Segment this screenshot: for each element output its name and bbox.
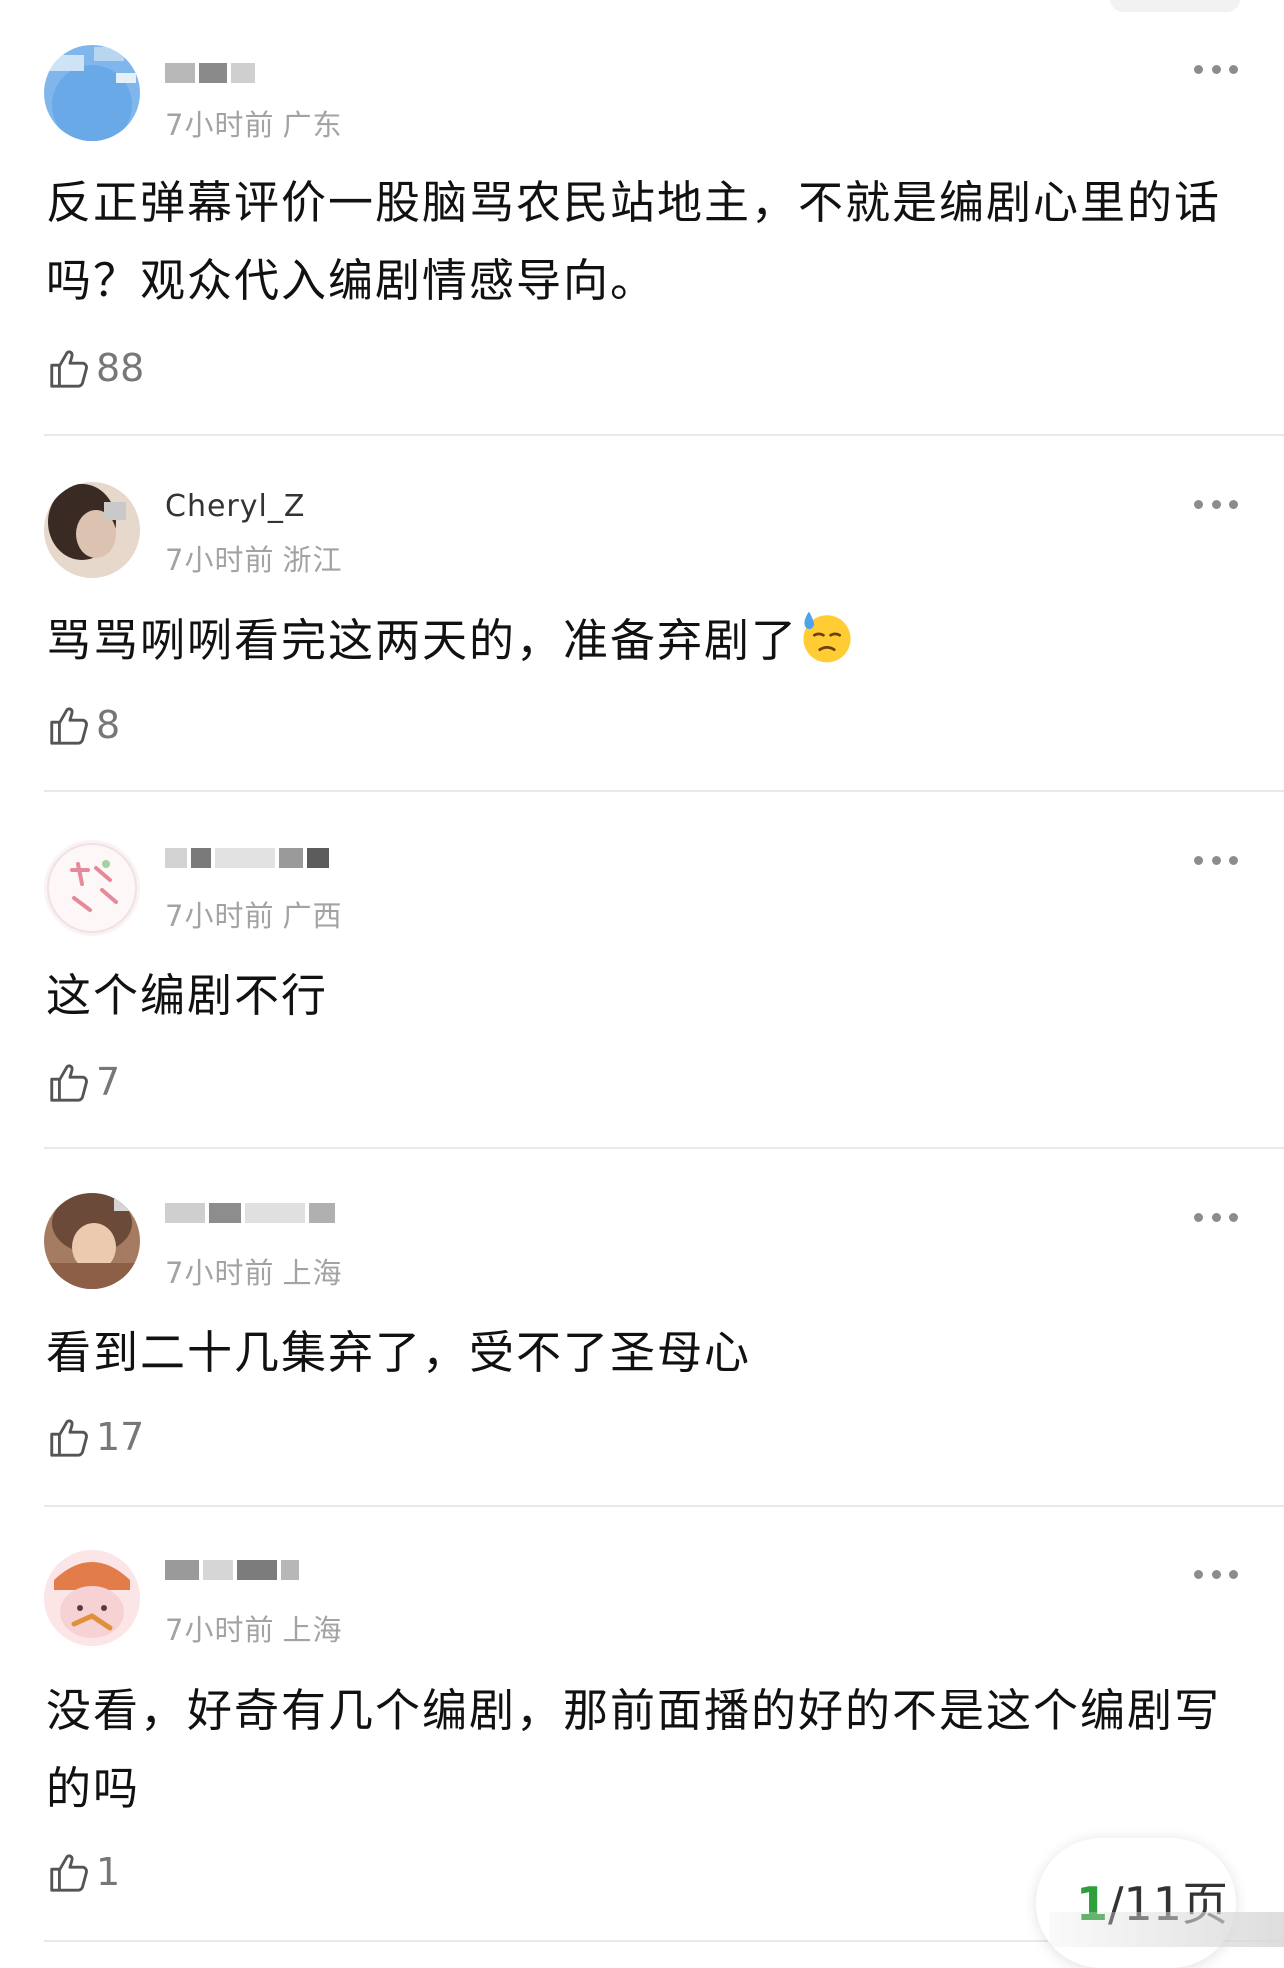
- location: 广东: [282, 108, 343, 142]
- like-button[interactable]: 17: [46, 1412, 144, 1462]
- divider: [44, 1505, 1284, 1507]
- thumbs-up-icon: [50, 1419, 88, 1457]
- more-options-icon[interactable]: [1194, 62, 1238, 76]
- comment-meta: 7小时前 上海: [165, 1607, 350, 1649]
- username[interactable]: [165, 840, 333, 874]
- like-button[interactable]: 88: [46, 343, 144, 393]
- divider: [44, 790, 1284, 792]
- like-count: 1: [96, 1850, 121, 1894]
- username[interactable]: [165, 1552, 303, 1586]
- comment-text: 骂骂咧咧看完这两天的，准备弃剧了: [46, 602, 1246, 680]
- location: 浙江: [282, 543, 343, 577]
- avatar[interactable]: [44, 1193, 140, 1289]
- timestamp: 7小时前: [165, 899, 275, 933]
- avatar[interactable]: [44, 482, 140, 578]
- like-count: 17: [96, 1415, 145, 1459]
- like-count: 8: [96, 703, 121, 747]
- comment-meta: 7小时前 广西: [165, 893, 350, 935]
- comment-text: 反正弹幕评价一股脑骂农民站地主，不就是编剧心里的话吗？观众代入编剧情感导向。: [46, 176, 1222, 307]
- avatar[interactable]: [44, 45, 140, 141]
- comment-meta: 7小时前 上海: [165, 1250, 350, 1292]
- timestamp: 7小时前: [165, 1613, 275, 1647]
- top-pill: [1110, 0, 1240, 12]
- like-button[interactable]: 1: [46, 1847, 120, 1897]
- location: 上海: [282, 1613, 343, 1647]
- avatar[interactable]: [44, 1550, 140, 1646]
- timestamp: 7小时前: [165, 543, 275, 577]
- comment-meta: 7小时前 广东: [165, 102, 350, 144]
- comment-meta: 7小时前 浙江: [165, 537, 350, 579]
- like-count: 7: [96, 1060, 121, 1104]
- more-options-icon[interactable]: [1194, 853, 1238, 867]
- location: 广西: [282, 899, 343, 933]
- thumbs-up-icon: [50, 350, 88, 388]
- username[interactable]: Cheryl_Z: [165, 490, 305, 524]
- downcast-face-with-sweat-icon: [803, 611, 851, 663]
- comment-text: 这个编剧不行: [46, 969, 329, 1022]
- comment-text: 看到二十几集弃了，受不了圣母心: [46, 1326, 752, 1379]
- more-options-icon[interactable]: [1194, 1210, 1238, 1224]
- thumbs-up-icon: [50, 1064, 88, 1102]
- comment-text: 没看，好奇有几个编剧，那前面播的好的不是这个编剧写的吗: [46, 1684, 1222, 1815]
- username[interactable]: 酱油: [165, 55, 259, 89]
- more-options-icon[interactable]: [1194, 1567, 1238, 1581]
- avatar[interactable]: [44, 840, 140, 936]
- like-button[interactable]: 7: [46, 1057, 120, 1107]
- more-options-icon[interactable]: [1194, 497, 1238, 511]
- location: 上海: [282, 1256, 343, 1290]
- timestamp: 7小时前: [165, 1256, 275, 1290]
- divider: [44, 1147, 1284, 1149]
- like-button[interactable]: 8: [46, 700, 120, 750]
- like-count: 88: [96, 346, 145, 390]
- watermark-blur: [1050, 1912, 1284, 1947]
- thumbs-up-icon: [50, 1854, 88, 1892]
- thumbs-up-icon: [50, 707, 88, 745]
- username[interactable]: [165, 1195, 339, 1229]
- timestamp: 7小时前: [165, 108, 275, 142]
- divider: [44, 434, 1284, 436]
